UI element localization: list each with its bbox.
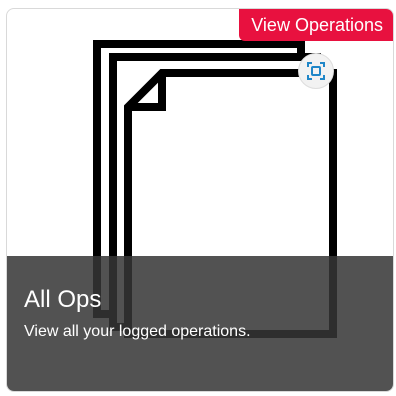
scan-button[interactable]	[298, 53, 334, 89]
scan-icon	[307, 62, 325, 80]
card-caption-overlay: All Ops View all your logged operations.	[7, 256, 393, 391]
view-operations-button[interactable]: View Operations	[239, 9, 393, 41]
card-description: View all your logged operations.	[24, 323, 251, 340]
card-title: All Ops	[24, 286, 102, 313]
operations-card[interactable]: All Ops View all your logged operations.…	[6, 8, 394, 392]
